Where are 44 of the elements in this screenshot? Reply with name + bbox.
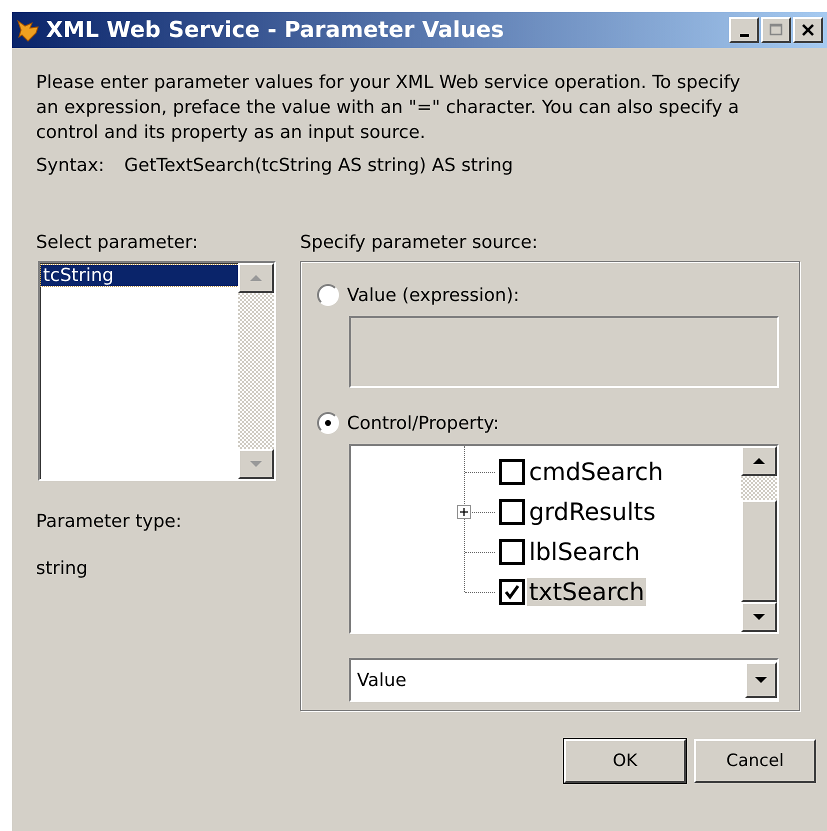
instructions-text: Please enter parameter values for your XML Web service operation. To specify an expression, preface the value with an "=" character. You can also specify a control and its property as an input source. [36,71,742,145]
radio-label[interactable]: Control/Property: [347,412,500,434]
up-arrow-icon [249,274,263,282]
maximize-icon [769,23,783,37]
cancel-button[interactable]: Cancel [694,739,816,783]
checkmark-icon [503,583,521,601]
radio-button[interactable] [317,284,339,306]
close-icon [801,23,815,37]
close-button[interactable] [793,17,823,43]
syntax-label: Syntax: [36,155,104,176]
minimize-button[interactable] [729,17,759,43]
tree-item[interactable]: lblSearch [527,538,642,566]
parameter-list[interactable]: tcString [38,261,276,481]
down-arrow-icon [752,613,766,621]
checkbox[interactable] [499,539,525,565]
scrollbar-thumb[interactable] [741,500,777,602]
scrollbar[interactable] [238,263,274,479]
control-tree[interactable]: cmdSearch grdResults lblSearch txtSearch [349,444,779,634]
source-label: Specify parameter source: [300,232,539,253]
parameter-type-value: string [36,558,89,579]
tree-item[interactable]: txtSearch [527,578,646,606]
radio-button[interactable] [317,412,339,434]
checkbox[interactable] [499,499,525,525]
scrollbar-track [741,476,777,500]
tree-item[interactable]: cmdSearch [527,458,666,486]
maximize-button[interactable] [761,17,791,43]
down-arrow-icon [249,460,263,468]
scrollbar[interactable] [741,446,777,632]
parameter-item[interactable]: tcString [41,265,238,286]
radio-label[interactable]: Value (expression): [347,284,520,306]
window-title: XML Web Service - Parameter Values [46,18,504,42]
tree-item[interactable]: grdResults [527,498,658,526]
up-arrow-icon [752,457,766,465]
expression-field[interactable] [349,316,779,388]
expand-icon[interactable] [457,505,471,519]
minimize-icon [740,34,748,36]
select-parameter-label: Select parameter: [36,232,200,253]
ok-button[interactable]: OK [564,739,686,783]
property-dropdown[interactable]: Value [349,658,779,702]
checkbox[interactable] [499,579,525,605]
checkbox[interactable] [499,459,525,485]
dropdown-arrow-icon [754,676,768,684]
syntax-value: GetTextSearch(tcString AS string) AS string [124,155,514,176]
parameter-type-label: Parameter type: [36,511,183,532]
